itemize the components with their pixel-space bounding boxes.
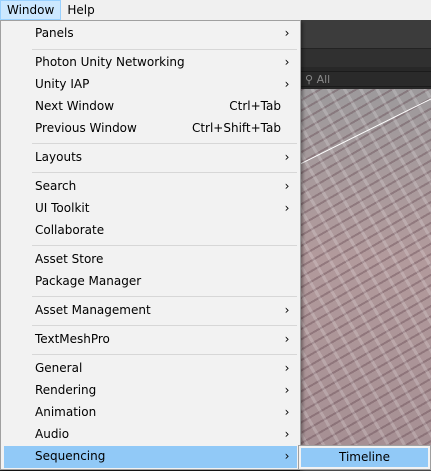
menu-item-photon-unity-networking[interactable]: Photon Unity Networking › <box>4 52 297 74</box>
menu-item-panels[interactable]: Panels › <box>4 23 297 45</box>
shortcut-label: Ctrl+Tab <box>229 99 281 113</box>
menu-separator <box>32 245 297 246</box>
menu-item-previous-window[interactable]: Previous Window Ctrl+Shift+Tab <box>4 118 297 140</box>
menu-item-collaborate[interactable]: Collaborate <box>4 220 297 242</box>
chevron-right-icon: › <box>284 383 290 397</box>
search-icon: ⚲ <box>305 73 314 86</box>
hierarchy-search-input[interactable]: ⚲ All <box>300 71 431 87</box>
menu-item-next-window[interactable]: Next Window Ctrl+Tab <box>4 96 297 118</box>
menu-item-textmeshpro[interactable]: TextMeshPro › <box>4 329 297 351</box>
menu-item-search[interactable]: Search › <box>4 176 297 198</box>
menu-item-audio[interactable]: Audio › <box>4 424 297 446</box>
shortcut-label: Ctrl+Shift+Tab <box>191 121 281 135</box>
menu-item-package-manager[interactable]: Package Manager <box>4 271 297 293</box>
menu-separator <box>32 325 297 326</box>
search-placeholder: All <box>316 73 331 86</box>
chevron-right-icon: › <box>284 361 290 375</box>
chevron-right-icon: › <box>284 449 290 463</box>
menu-item-animation[interactable]: Animation › <box>4 402 297 424</box>
chevron-right-icon: › <box>284 150 290 164</box>
menu-separator <box>32 296 297 297</box>
chevron-right-icon: › <box>284 332 290 346</box>
menu-item-general[interactable]: General › <box>4 358 297 380</box>
menu-item-unity-iap[interactable]: Unity IAP › <box>4 74 297 96</box>
chevron-right-icon: › <box>284 55 290 69</box>
menu-item-layouts[interactable]: Layouts › <box>4 147 297 169</box>
menu-item-sequencing[interactable]: Sequencing › <box>4 446 297 468</box>
chevron-right-icon: › <box>284 179 290 193</box>
menu-bar: Window Help <box>0 0 431 20</box>
menu-item-rendering[interactable]: Rendering › <box>4 380 297 402</box>
sequencing-submenu: Timeline <box>298 445 431 470</box>
menu-separator <box>32 143 297 144</box>
scene-gizmo-line <box>300 98 431 165</box>
chevron-right-icon: › <box>284 405 290 419</box>
menu-item-timeline[interactable]: Timeline <box>301 448 428 467</box>
menu-item-ui-toolkit[interactable]: UI Toolkit › <box>4 198 297 220</box>
menu-item-asset-store[interactable]: Asset Store <box>4 249 297 271</box>
menu-window[interactable]: Window <box>0 0 62 20</box>
chevron-right-icon: › <box>284 303 290 317</box>
chevron-right-icon: › <box>284 201 290 215</box>
chevron-right-icon: › <box>284 77 290 91</box>
window-dropdown-menu: Panels › Photon Unity Networking › Unity… <box>0 20 301 470</box>
chevron-right-icon: › <box>284 26 290 40</box>
chevron-right-icon: › <box>284 427 290 441</box>
menu-separator <box>32 49 297 50</box>
menu-help[interactable]: Help <box>61 0 100 20</box>
menu-separator <box>32 172 297 173</box>
menu-item-asset-management[interactable]: Asset Management › <box>4 300 297 322</box>
menu-separator <box>32 354 297 355</box>
